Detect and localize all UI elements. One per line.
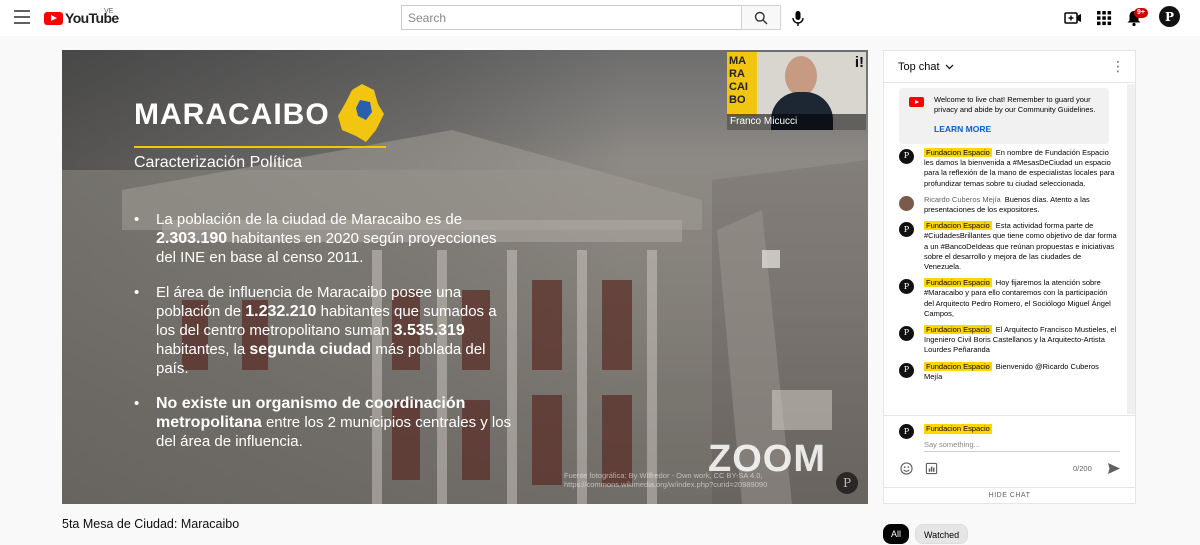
emoji-icon[interactable]	[900, 462, 913, 475]
chip-all[interactable]: All	[883, 524, 910, 544]
chip-watched[interactable]: Watched	[915, 524, 969, 544]
menu-icon[interactable]	[14, 10, 30, 24]
search-bar	[401, 5, 781, 30]
message-author[interactable]: Fundacion Espacio	[924, 221, 992, 231]
learn-more-link[interactable]: LEARN MORE	[934, 124, 991, 134]
chat-messages: P Fundacion Espacio En nombre de Fundación…	[884, 148, 1127, 388]
message-author[interactable]: Fundacion Espacio	[924, 325, 992, 335]
create-video-icon[interactable]	[1063, 8, 1083, 28]
speaker-brand-line: MA	[729, 55, 747, 67]
speaker-brand-block: MA RA CAI BO	[727, 52, 757, 116]
message-author[interactable]: Fundacion Espacio	[924, 148, 992, 157]
slide-heading: MARACAIBO	[134, 98, 330, 131]
char-counter: 0/200	[1073, 464, 1092, 473]
author-avatar[interactable]: P	[899, 279, 914, 295]
chat-message[interactable]: P Fundacion Espacio Hoy fijaremos la atenc…	[884, 278, 1127, 319]
welcome-text: Welcome to live chat! Remember to guard …	[934, 95, 1096, 114]
chat-header: Top chat ⋮	[884, 51, 1135, 83]
video-title: 5ta Mesa de Ciudad: Maracaibo	[62, 517, 240, 531]
live-chat-panel: Top chat ⋮ Welcome to live chat! Remembe…	[883, 50, 1136, 504]
slide-bullet: No existe un organismo de coordinación m…	[134, 394, 514, 451]
bullet-text: La población de la ciudad de Maracaibo e…	[156, 211, 463, 228]
slide-bullet: La población de la ciudad de Maracaibo e…	[134, 210, 514, 267]
author-avatar[interactable]: P	[899, 326, 914, 342]
speaker-brand-line: CAI	[729, 81, 748, 93]
slide-bullet: El área de influencia de Maracaibo posee…	[134, 283, 514, 378]
composer-avatar: P	[899, 424, 914, 439]
speaker-thumbnail: MA RA CAI BO i! Franco Micucci	[727, 52, 866, 130]
chat-message[interactable]: P Fundacion Espacio En nombre de Fundación…	[884, 148, 1127, 189]
chat-message[interactable]: P Fundacion Espacio El Arquitecto Francisc…	[884, 325, 1127, 356]
speaker-brand-line: BO	[729, 94, 746, 106]
message-author[interactable]: Ricardo Cuberos Mejía	[924, 195, 1001, 204]
chat-scrollbar[interactable]	[1127, 84, 1135, 414]
send-icon[interactable]	[1106, 461, 1121, 476]
slide-subheading: Caracterización Política	[134, 154, 303, 171]
chat-message[interactable]: Ricardo Cuberos Mejía Buenos días. Atento…	[884, 195, 1127, 215]
search-button[interactable]	[741, 5, 781, 30]
more-options-icon[interactable]: ⋮	[1111, 58, 1125, 74]
apps-icon[interactable]	[1094, 8, 1114, 28]
welcome-banner: Welcome to live chat! Remember to guard …	[899, 88, 1109, 144]
zoom-watermark: ZOOM	[708, 438, 826, 480]
map-shape-icon	[338, 84, 384, 142]
author-avatar[interactable]: P	[899, 222, 914, 238]
author-avatar[interactable]	[899, 195, 914, 211]
chat-mode-dropdown[interactable]: Top chat	[898, 61, 954, 73]
chat-message-input[interactable]	[924, 438, 1120, 452]
channel-watermark-icon: P	[836, 472, 858, 494]
bullet-text: habitantes, la	[156, 341, 250, 358]
chevron-down-icon	[945, 64, 954, 70]
bullet-text: 2.303.190	[156, 230, 228, 247]
super-chat-icon[interactable]	[925, 462, 938, 475]
country-code: VE	[104, 8, 114, 15]
search-input[interactable]	[401, 5, 741, 30]
speaker-brand-mark: i!	[854, 54, 864, 71]
account-avatar[interactable]: P	[1159, 6, 1180, 27]
speaker-brand-line: RA	[729, 68, 745, 80]
bullet-text: segunda ciudad	[249, 341, 372, 358]
top-bar: YouTube VE 9+ P	[0, 0, 1200, 36]
hide-chat-button[interactable]: HIDE CHAT	[884, 487, 1135, 504]
mic-icon[interactable]	[788, 8, 808, 28]
author-avatar[interactable]: P	[899, 149, 914, 164]
search-icon	[754, 11, 768, 25]
composer-author: Fundacion Espacio	[924, 424, 992, 434]
chat-mode-label: Top chat	[898, 61, 940, 73]
chat-composer: P Fundacion Espacio 0/200	[884, 415, 1135, 485]
chat-message[interactable]: P Fundacion Espacio Esta actividad forma p…	[884, 221, 1127, 272]
video-player[interactable]: MARACAIBO Caracterización Política La po…	[62, 50, 868, 504]
youtube-play-icon	[44, 11, 63, 25]
notification-count: 9+	[1134, 8, 1148, 18]
speaker-name: Franco Micucci	[730, 116, 798, 127]
bullet-text: 1.232.210	[245, 303, 317, 320]
bullet-text: 3.535.319	[393, 322, 465, 339]
message-author[interactable]: Fundacion Espacio	[924, 361, 992, 371]
message-author[interactable]: Fundacion Espacio	[924, 278, 992, 288]
youtube-icon	[909, 97, 924, 107]
slide-underline	[134, 146, 386, 148]
slide-bullets: La población de la ciudad de Maracaibo e…	[134, 210, 514, 467]
speaker-head	[785, 56, 817, 96]
author-avatar[interactable]: P	[899, 362, 914, 378]
chat-message[interactable]: P Fundacion Espacio Bienvenido @Ricardo Cu…	[884, 361, 1127, 382]
